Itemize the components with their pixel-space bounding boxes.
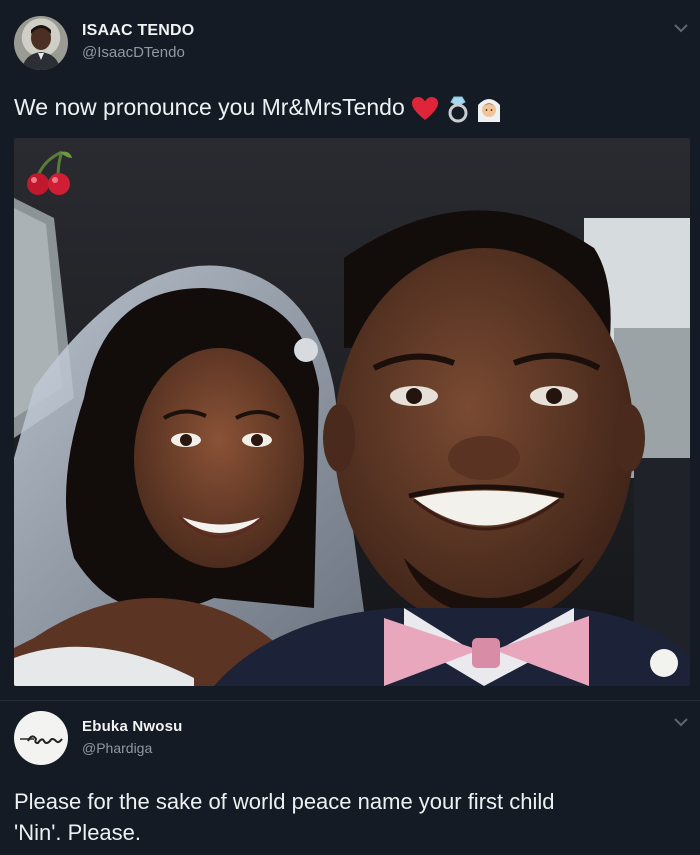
reply-text-line-1: Please for the sake of world peace name … (14, 789, 555, 814)
cherries-icon (27, 150, 72, 195)
tweet-photo[interactable] (14, 138, 690, 686)
ring-icon (448, 96, 468, 123)
username-handle[interactable]: @IsaacDTendo (82, 44, 185, 61)
avatar-portrait (22, 25, 60, 70)
avatar-isaac-tendo[interactable] (14, 16, 68, 70)
username-handle-reply[interactable]: @Phardiga (82, 740, 152, 756)
chevron-down-icon[interactable] (672, 22, 690, 34)
display-name[interactable]: ISAAC TENDO (82, 22, 194, 40)
avatar-ebuka-nwosu[interactable] (14, 711, 68, 765)
tweet-text: We now pronounce you Mr&MrsTendo (14, 92, 502, 123)
red-heart-icon (412, 96, 439, 120)
signature-logo (20, 735, 63, 745)
tweet-text-content: We now pronounce you Mr&MrsTendo (14, 94, 405, 120)
reply-text-line-2: 'Nin'. Please. (14, 820, 142, 845)
chevron-down-icon[interactable] (672, 716, 690, 728)
tweet-original: ISAAC TENDO @IsaacDTendo We now pronounc… (0, 0, 700, 700)
wedding-selfie-image (14, 138, 690, 686)
bride-with-veil-icon (477, 98, 500, 122)
reply-text: Please for the sake of world peace name … (14, 786, 555, 848)
display-name-reply[interactable]: Ebuka Nwosu (82, 718, 183, 735)
